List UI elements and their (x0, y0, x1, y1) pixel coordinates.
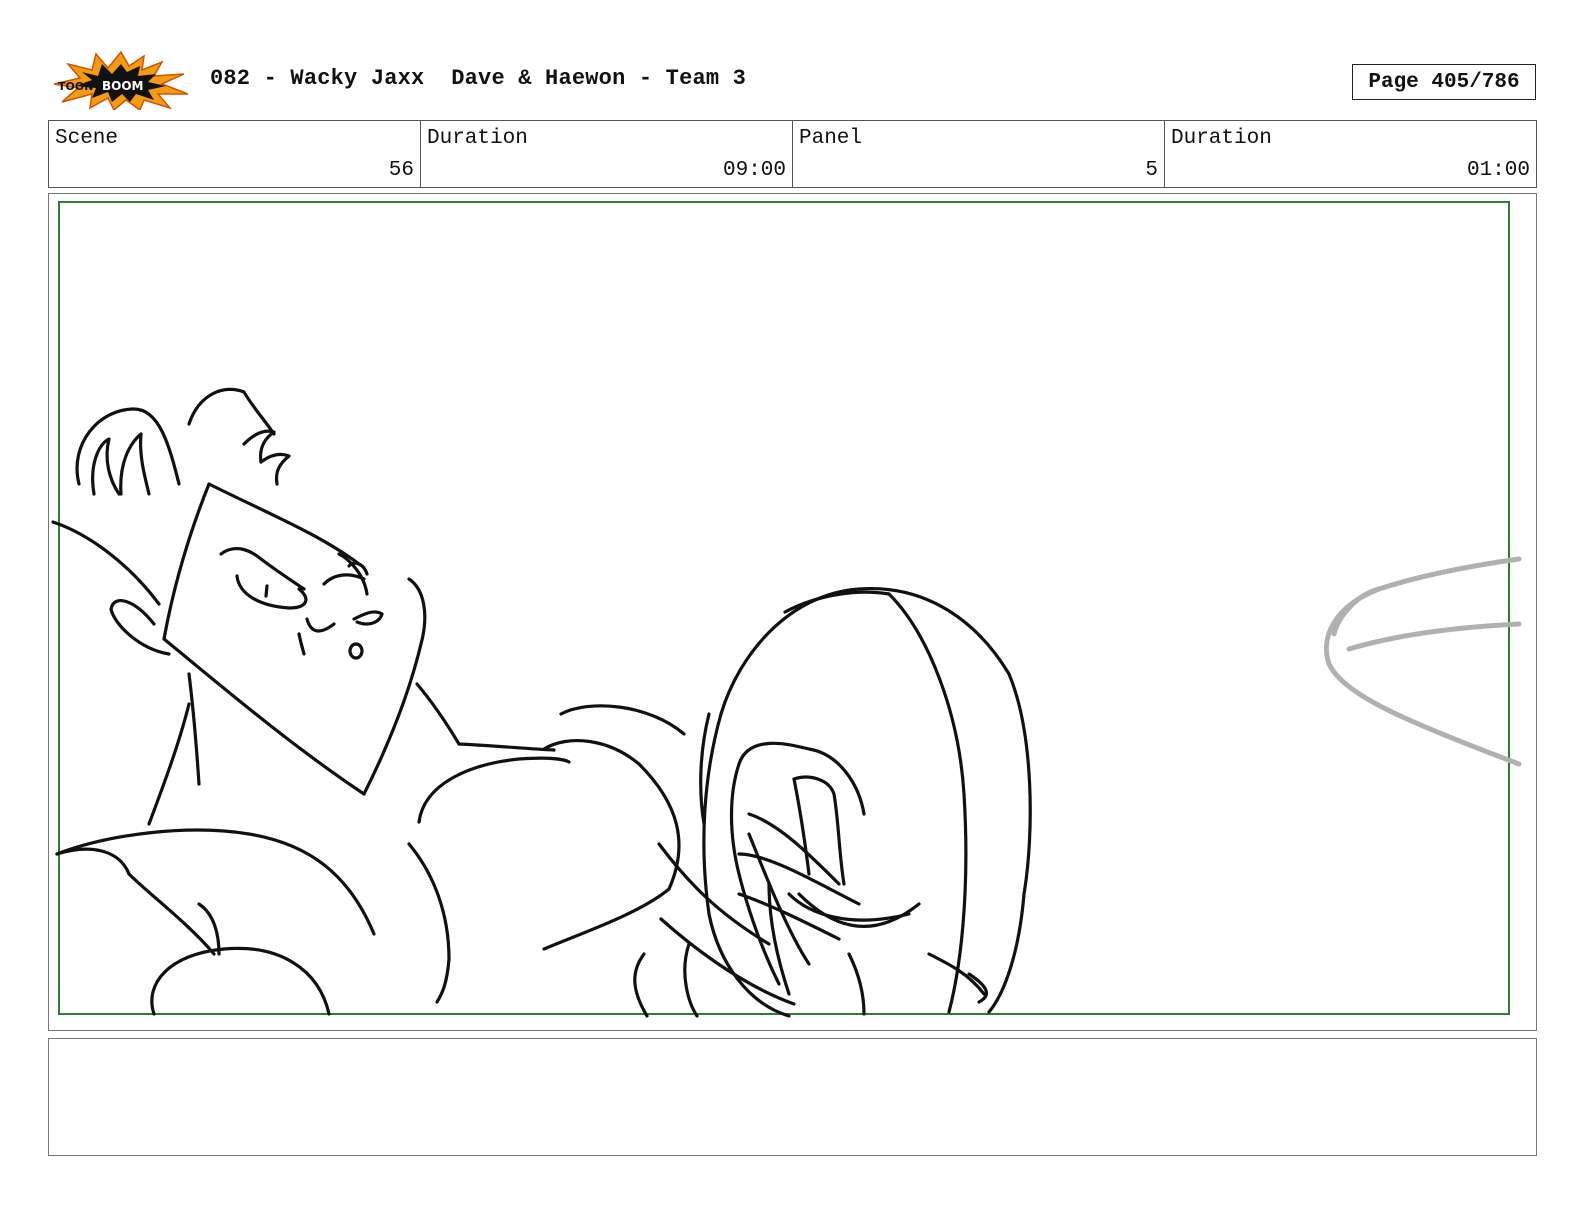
page-indicator: Page 405/786 (1352, 64, 1536, 100)
scene-duration-cell: Duration 09:00 (421, 121, 793, 187)
scene-duration-label: Duration (427, 127, 528, 150)
panel-duration-cell: Duration 01:00 (1165, 121, 1536, 187)
scene-cell: Scene 56 (49, 121, 421, 187)
offscreen-glove-sketch (1323, 556, 1522, 767)
panel-value: 5 (1145, 159, 1158, 182)
storyboard-sketch-icon (51, 201, 1522, 1018)
panel-label: Panel (799, 127, 863, 150)
panel-cell: Panel 5 (793, 121, 1165, 187)
panel-duration-value: 01:00 (1466, 159, 1530, 182)
scene-label: Scene (55, 127, 119, 150)
toon-boom-logo-icon: TOON BOOM (52, 50, 190, 110)
document-title: 082 - Wacky Jaxx Dave & Haewon - Team 3 (210, 66, 747, 91)
panel-duration-label: Duration (1171, 127, 1272, 150)
scene-info-table: Scene 56 Duration 09:00 Panel 5 Duration… (48, 120, 1537, 188)
scene-duration-value: 09:00 (722, 159, 786, 182)
scene-value: 56 (388, 159, 414, 182)
svg-text:TOON: TOON (58, 80, 93, 93)
panel-notes-box (48, 1038, 1537, 1156)
svg-text:BOOM: BOOM (102, 79, 144, 93)
storyboard-panel (48, 193, 1537, 1031)
character-sketch (51, 387, 1032, 1018)
